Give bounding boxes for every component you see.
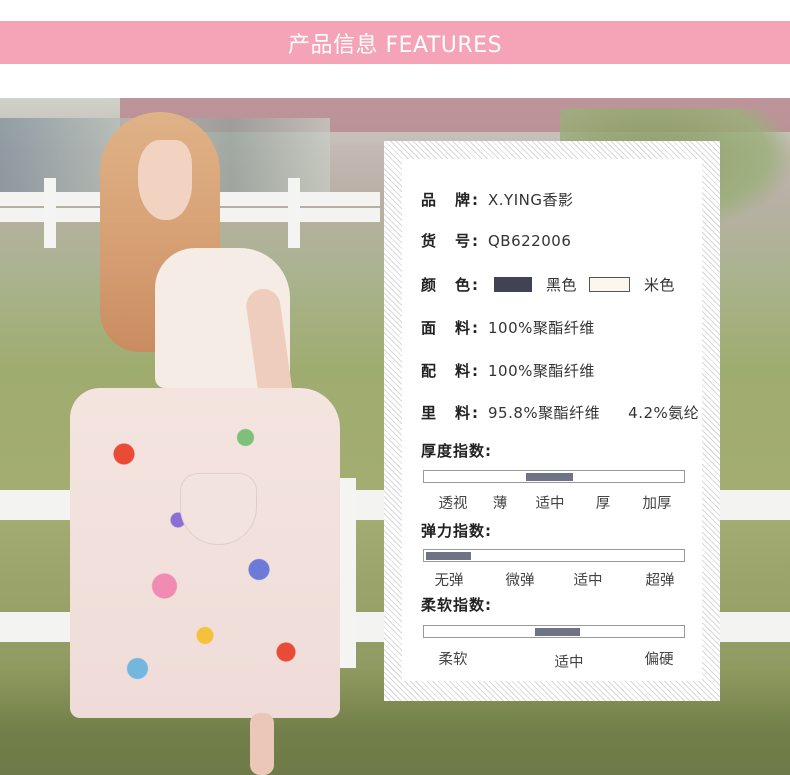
thickness-index-title: 厚度指数: [421, 442, 492, 460]
fence-post [44, 178, 56, 248]
lining-row: 里 料: 95.8%聚酯纤维 4.2%氨纶 [421, 402, 699, 423]
accessory-material-row: 配 料: 100%聚酯纤维 [421, 360, 595, 381]
fabric-value: 100%聚酯纤维 [488, 319, 595, 337]
color-swatch-beige[interactable] [589, 277, 631, 292]
accessory-material-value: 100%聚酯纤维 [488, 362, 595, 380]
thickness-option: 厚 [595, 496, 611, 512]
fabric-label: 面 料: [421, 319, 480, 337]
elasticity-indicator [426, 552, 471, 560]
thickness-scale [423, 470, 685, 483]
thickness-option-selected: 适中 [535, 496, 565, 512]
brand-label: 品 牌: [421, 191, 480, 209]
fabric-row: 面 料: 100%聚酯纤维 [421, 317, 595, 338]
color-row: 颜 色: 黑色 米色 [421, 274, 675, 295]
softness-option-selected: 适中 [554, 655, 584, 671]
elasticity-option: 超弹 [645, 573, 675, 589]
lining-value-2: 4.2%氨纶 [628, 404, 700, 422]
item-number-value: QB622006 [488, 231, 572, 250]
color-name-black: 黑色 [546, 276, 578, 294]
softness-indicator [535, 628, 580, 636]
elasticity-option: 微弹 [505, 573, 535, 589]
color-label: 颜 色: [421, 276, 480, 294]
model-face [138, 140, 192, 220]
thickness-indicator [526, 473, 573, 481]
thickness-option: 薄 [492, 496, 508, 512]
accessory-material-label: 配 料: [421, 362, 480, 380]
elasticity-option-selected: 无弹 [434, 573, 464, 589]
banner-title: 产品信息 FEATURES [287, 32, 503, 58]
elasticity-option: 适中 [573, 573, 603, 589]
color-swatch-black[interactable] [494, 277, 532, 292]
model-leg [250, 713, 274, 775]
brand-value: X.YING香影 [488, 191, 574, 209]
thickness-option: 透视 [438, 496, 468, 512]
item-number-row: 货 号: QB622006 [421, 230, 571, 251]
model-handbag [180, 473, 257, 545]
thickness-option: 加厚 [642, 496, 672, 512]
brand-row: 品 牌: X.YING香影 [421, 189, 573, 210]
model-figure [60, 98, 360, 775]
lining-label: 里 料: [421, 404, 480, 422]
lining-value: 95.8%聚酯纤维 [488, 404, 601, 422]
features-banner: 产品信息 FEATURES [0, 21, 790, 64]
product-info-card: 品 牌: X.YING香影 货 号: QB622006 颜 色: 黑色 米色 面… [384, 141, 720, 701]
softness-index-title: 柔软指数: [421, 596, 492, 614]
color-name-beige: 米色 [644, 276, 676, 294]
elasticity-index-title: 弹力指数: [421, 522, 492, 540]
softness-option: 偏硬 [644, 652, 674, 668]
model-floral-skirt [70, 388, 340, 718]
item-number-label: 货 号: [421, 232, 480, 250]
softness-option: 柔软 [438, 652, 468, 668]
elasticity-scale [423, 549, 685, 562]
softness-scale [423, 625, 685, 638]
